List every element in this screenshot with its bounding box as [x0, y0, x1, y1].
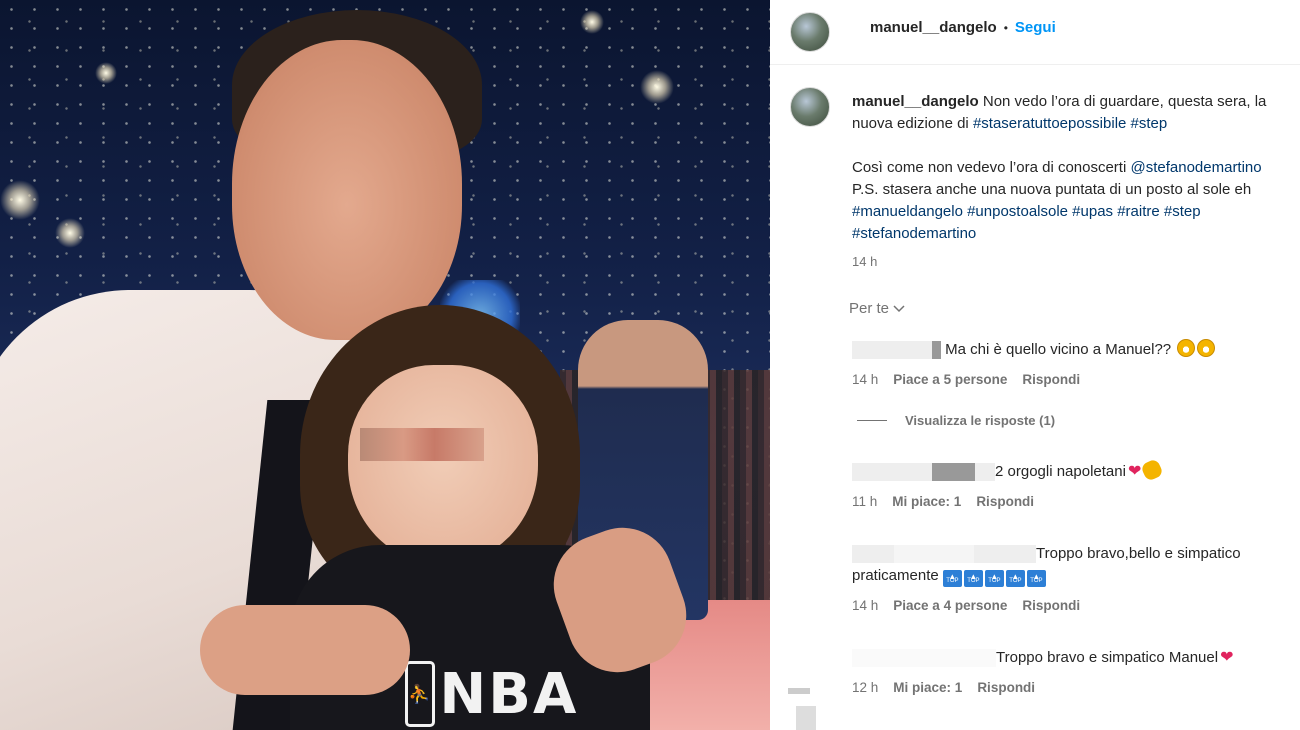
hashtag-link[interactable]: #stefanodemartino — [852, 225, 976, 242]
comment-text: 2 orgogli napoletani — [995, 463, 1126, 480]
reply-button[interactable]: Rispondi — [1022, 595, 1080, 617]
comment-sort-dropdown[interactable]: Per te — [849, 300, 905, 317]
spotlight — [95, 62, 117, 84]
author-username[interactable]: manuel__dangelo — [870, 19, 997, 36]
caption-text: manuel__dangelo Non vedo l’ora di guarda… — [852, 91, 1300, 245]
comment-likes[interactable]: Piace a 4 persone — [893, 595, 1007, 617]
hidden-username — [932, 463, 975, 482]
comment-likes[interactable]: Mi piace: 1 — [892, 491, 961, 513]
top-emoji-icon: TOP — [984, 566, 1004, 588]
man-hand — [200, 605, 410, 695]
comment-time[interactable]: 14 h — [852, 369, 878, 391]
comment-time[interactable]: 12 h — [852, 677, 878, 699]
post-photo[interactable]: ⛹ NBA — [0, 0, 770, 730]
comment-text: praticamente — [852, 567, 943, 584]
nba-logo-icon: ⛹ — [405, 661, 436, 727]
avatar[interactable] — [790, 12, 830, 52]
hidden-username — [894, 545, 974, 564]
man-face — [232, 40, 462, 340]
post-header: manuel__dangelo • Segui — [770, 0, 1300, 65]
view-replies-button[interactable]: Visualizza le risposte (1) — [857, 413, 1055, 428]
separator-dot: • — [1003, 20, 1008, 35]
hidden-username — [852, 649, 996, 668]
caption-line: Così come non vedevo l’ora di conoscerti — [852, 159, 1131, 176]
hidden-username — [975, 463, 995, 482]
comment-likes[interactable]: Mi piace: 1 — [893, 677, 962, 699]
reply-button[interactable]: Rispondi — [977, 677, 1035, 699]
spotlight — [0, 180, 40, 220]
hoodie-print: ⛹ NBA — [405, 658, 576, 730]
hashtag-links[interactable]: #manueldangelo #unpostoalsole #upas #rai… — [852, 203, 1201, 220]
comment-meta: 11 h Mi piace: 1 Rispondi — [852, 491, 1292, 513]
post-sidebar: manuel__dangelo • Segui manuel__dangelo … — [770, 0, 1300, 730]
comment-text: Troppo bravo e simpatico Manuel — [996, 649, 1219, 666]
heart-emoji-icon: ❤ — [1220, 649, 1234, 666]
caption-avatar[interactable] — [790, 87, 830, 127]
hidden-username — [932, 341, 941, 360]
hidden-username — [852, 341, 932, 360]
child-face — [348, 365, 538, 565]
comment: Troppo bravo,bello e simpatico praticame… — [852, 543, 1292, 617]
comment-time[interactable]: 11 h — [852, 491, 877, 513]
comment-time[interactable]: 14 h — [852, 595, 878, 617]
clap-emoji-icon — [1140, 458, 1165, 482]
hashtag-link[interactable]: #step — [1131, 115, 1168, 132]
top-emoji-icon: TOP — [1026, 566, 1046, 588]
comment-text: Ma chi è quello vicino a Manuel?? — [941, 341, 1176, 358]
hashtag-link[interactable]: #staseratuttoepossibile — [973, 115, 1126, 132]
hidden-avatar — [788, 688, 810, 694]
comment: Ma chi è quello vicino a Manuel?? 14 h P… — [852, 339, 1292, 391]
spotlight — [580, 10, 604, 34]
reply-button[interactable]: Rispondi — [1022, 369, 1080, 391]
comment-meta: 12 h Mi piace: 1 Rispondi — [852, 677, 1292, 699]
hidden-username — [852, 463, 932, 482]
comment-meta: 14 h Piace a 5 persone Rispondi — [852, 369, 1292, 391]
hidden-username — [974, 545, 1036, 564]
chevron-down-icon — [893, 304, 905, 312]
mention-link[interactable]: @stefanodemartino — [1130, 159, 1261, 176]
privacy-blur — [360, 428, 484, 461]
comment-sort-label: Per te — [849, 300, 890, 317]
comment-text: Troppo bravo,bello e simpatico — [1036, 545, 1241, 562]
caption-line: Non vedo l’ora di guardare, questa sera,… — [978, 93, 1267, 110]
follow-button[interactable]: Segui — [1015, 19, 1056, 36]
reply-button[interactable]: Rispondi — [976, 491, 1034, 513]
caption-username[interactable]: manuel__dangelo — [852, 93, 979, 110]
comment: 2 orgogli napoletani ❤ 11 h Mi piace: 1 R… — [852, 458, 1292, 513]
hidden-avatar — [796, 706, 816, 730]
caption-timestamp[interactable]: 14 h — [852, 254, 877, 269]
caption-line: nuova edizione di — [852, 115, 973, 132]
comment-likes[interactable]: Piace a 5 persone — [893, 369, 1007, 391]
spotlight — [640, 70, 674, 104]
spotlight — [55, 218, 85, 248]
grin-emoji-icon — [1177, 339, 1196, 357]
caption-line: P.S. stasera anche una nuova puntata di … — [852, 181, 1252, 198]
heart-emoji-icon: ❤ — [1127, 463, 1142, 480]
top-emoji-icon: TOP — [1005, 566, 1025, 588]
top-emoji-icon: TOP — [963, 566, 983, 588]
hidden-username — [852, 545, 894, 564]
comment: Troppo bravo e simpatico Manuel ❤ 12 h Mi… — [852, 647, 1292, 699]
top-emoji-icon: TOP — [942, 566, 962, 588]
replies-line — [857, 420, 887, 421]
grin-emoji-icon — [1197, 339, 1216, 357]
comment-meta: 14 h Piace a 4 persone Rispondi — [852, 595, 1292, 617]
view-replies-label: Visualizza le risposte (1) — [905, 413, 1056, 428]
hoodie-text: NBA — [439, 661, 579, 727]
